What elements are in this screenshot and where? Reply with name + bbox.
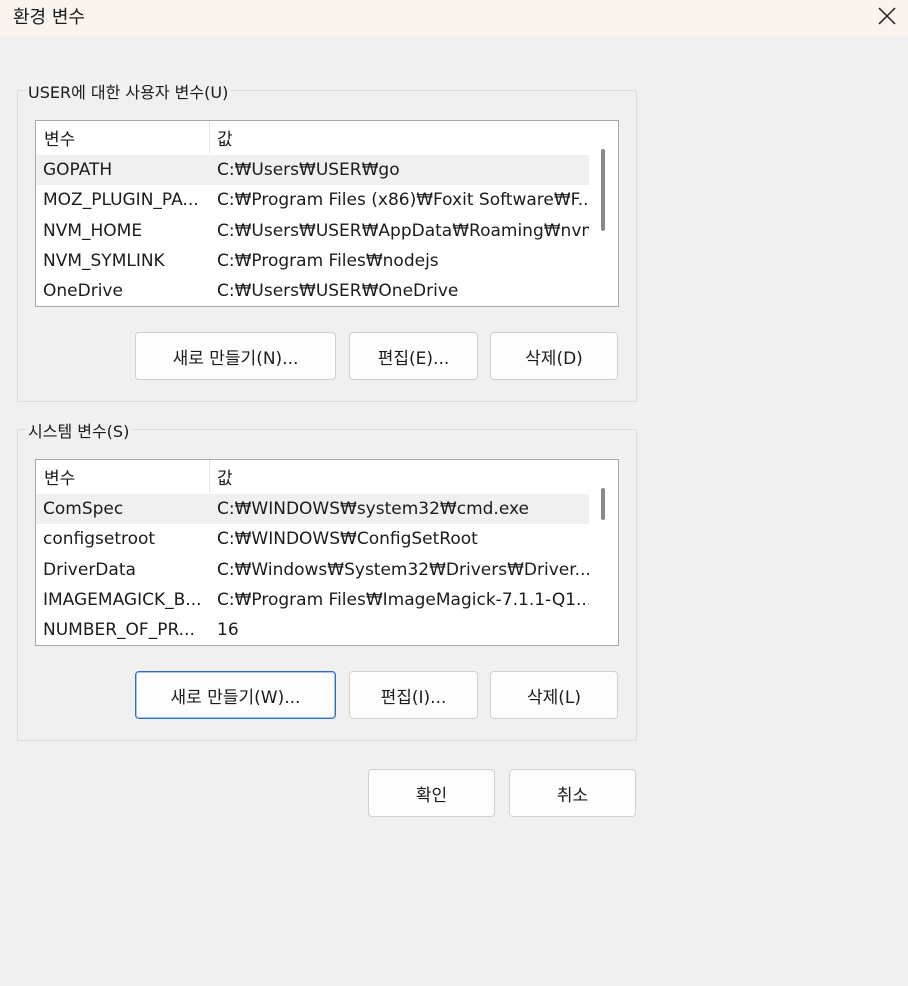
table-row[interactable]: MOZ_PLUGIN_PA... C:₩Program Files (x86)₩… — [36, 185, 589, 215]
system-variables-list[interactable]: 변수 값 ComSpec C:₩WINDOWS₩system32₩cmd.exe… — [35, 459, 619, 646]
variable-name: OneDrive — [43, 281, 123, 302]
variable-value: C:₩WINDOWS₩system32₩cmd.exe — [217, 499, 529, 520]
variable-value: 16 — [217, 620, 239, 641]
variable-value: C:₩Program Files₩nodejs — [217, 251, 439, 272]
variable-value: C:₩Users₩USER₩go — [217, 160, 400, 181]
table-row[interactable]: NVM_SYMLINK C:₩Program Files₩nodejs — [36, 246, 589, 276]
cancel-button[interactable]: 취소 — [509, 769, 636, 817]
close-button[interactable] — [872, 2, 902, 30]
variable-name: IMAGEMAGICK_B... — [43, 590, 202, 611]
system-variables-title: 시스템 변수(S) — [26, 418, 132, 442]
column-header-value[interactable]: 값 — [210, 121, 233, 153]
table-row[interactable]: OneDrive C:₩Users₩USER₩OneDrive — [36, 276, 589, 306]
list-header: 변수 값 — [36, 460, 589, 492]
system-variables-group: 시스템 변수(S) 변수 값 ComSpec C:₩WINDOWS₩system… — [17, 418, 637, 741]
table-row[interactable]: GOPATH C:₩Users₩USER₩go — [36, 155, 589, 186]
variable-name: NUMBER_OF_PR... — [43, 620, 195, 641]
variable-value: C:₩Program Files₩ImageMagick-7.1.1-Q1... — [217, 590, 589, 611]
table-row[interactable]: IMAGEMAGICK_B... C:₩Program Files₩ImageM… — [36, 585, 589, 615]
list-header: 변수 값 — [36, 121, 589, 153]
title-bar: 환경 변수 — [0, 0, 908, 36]
table-row[interactable]: NUMBER_OF_PR... 16 — [36, 615, 589, 645]
vertical-scrollbar[interactable] — [588, 460, 618, 645]
table-row[interactable]: DriverData C:₩Windows₩System32₩Drivers₩D… — [36, 555, 589, 585]
user-variables-list[interactable]: 변수 값 GOPATH C:₩Users₩USER₩go MOZ_PLUGIN_… — [35, 120, 619, 307]
variable-value: C:₩Program Files (x86)₩Foxit Software₩F.… — [217, 190, 589, 211]
vertical-scrollbar[interactable] — [588, 121, 618, 306]
variable-name: GOPATH — [43, 160, 113, 181]
variable-name: ComSpec — [43, 499, 124, 520]
variable-name: DriverData — [43, 559, 136, 580]
ok-button[interactable]: 확인 — [368, 769, 495, 817]
table-row[interactable]: configsetroot C:₩WINDOWS₩ConfigSetRoot — [36, 524, 589, 554]
user-edit-button[interactable]: 편집(E)... — [349, 332, 478, 380]
variable-value: C:₩WINDOWS₩ConfigSetRoot — [217, 529, 478, 550]
system-edit-button[interactable]: 편집(I)... — [349, 671, 478, 719]
user-delete-button[interactable]: 삭제(D) — [490, 332, 618, 380]
user-variables-title: USER에 대한 사용자 변수(U) — [26, 79, 231, 103]
variable-value: C:₩Users₩USER₩OneDrive — [217, 281, 459, 302]
variable-value: C:₩Windows₩System32₩Drivers₩Driver... — [217, 559, 589, 580]
user-variables-group: USER에 대한 사용자 변수(U) 변수 값 GOPATH C:₩Users₩… — [17, 79, 637, 402]
column-header-name[interactable]: 변수 — [36, 121, 210, 153]
variable-name: MOZ_PLUGIN_PA... — [43, 190, 199, 211]
table-row[interactable]: NVM_HOME C:₩Users₩USER₩AppData₩Roaming₩n… — [36, 216, 589, 246]
table-row[interactable]: ComSpec C:₩WINDOWS₩system32₩cmd.exe — [36, 494, 589, 525]
variable-name: configsetroot — [43, 529, 156, 550]
system-new-button[interactable]: 새로 만들기(W)... — [135, 671, 336, 719]
variable-name: NVM_HOME — [43, 220, 143, 241]
column-header-value[interactable]: 값 — [210, 460, 233, 492]
scrollbar-thumb[interactable] — [601, 488, 605, 520]
system-delete-button[interactable]: 삭제(L) — [490, 671, 618, 719]
scrollbar-thumb[interactable] — [601, 149, 605, 231]
window-title: 환경 변수 — [13, 7, 85, 28]
close-icon — [878, 7, 896, 25]
column-header-name[interactable]: 변수 — [36, 460, 210, 492]
variable-name: NVM_SYMLINK — [43, 251, 165, 272]
variable-value: C:₩Users₩USER₩AppData₩Roaming₩nvm — [217, 220, 589, 241]
user-new-button[interactable]: 새로 만들기(N)... — [135, 332, 336, 380]
